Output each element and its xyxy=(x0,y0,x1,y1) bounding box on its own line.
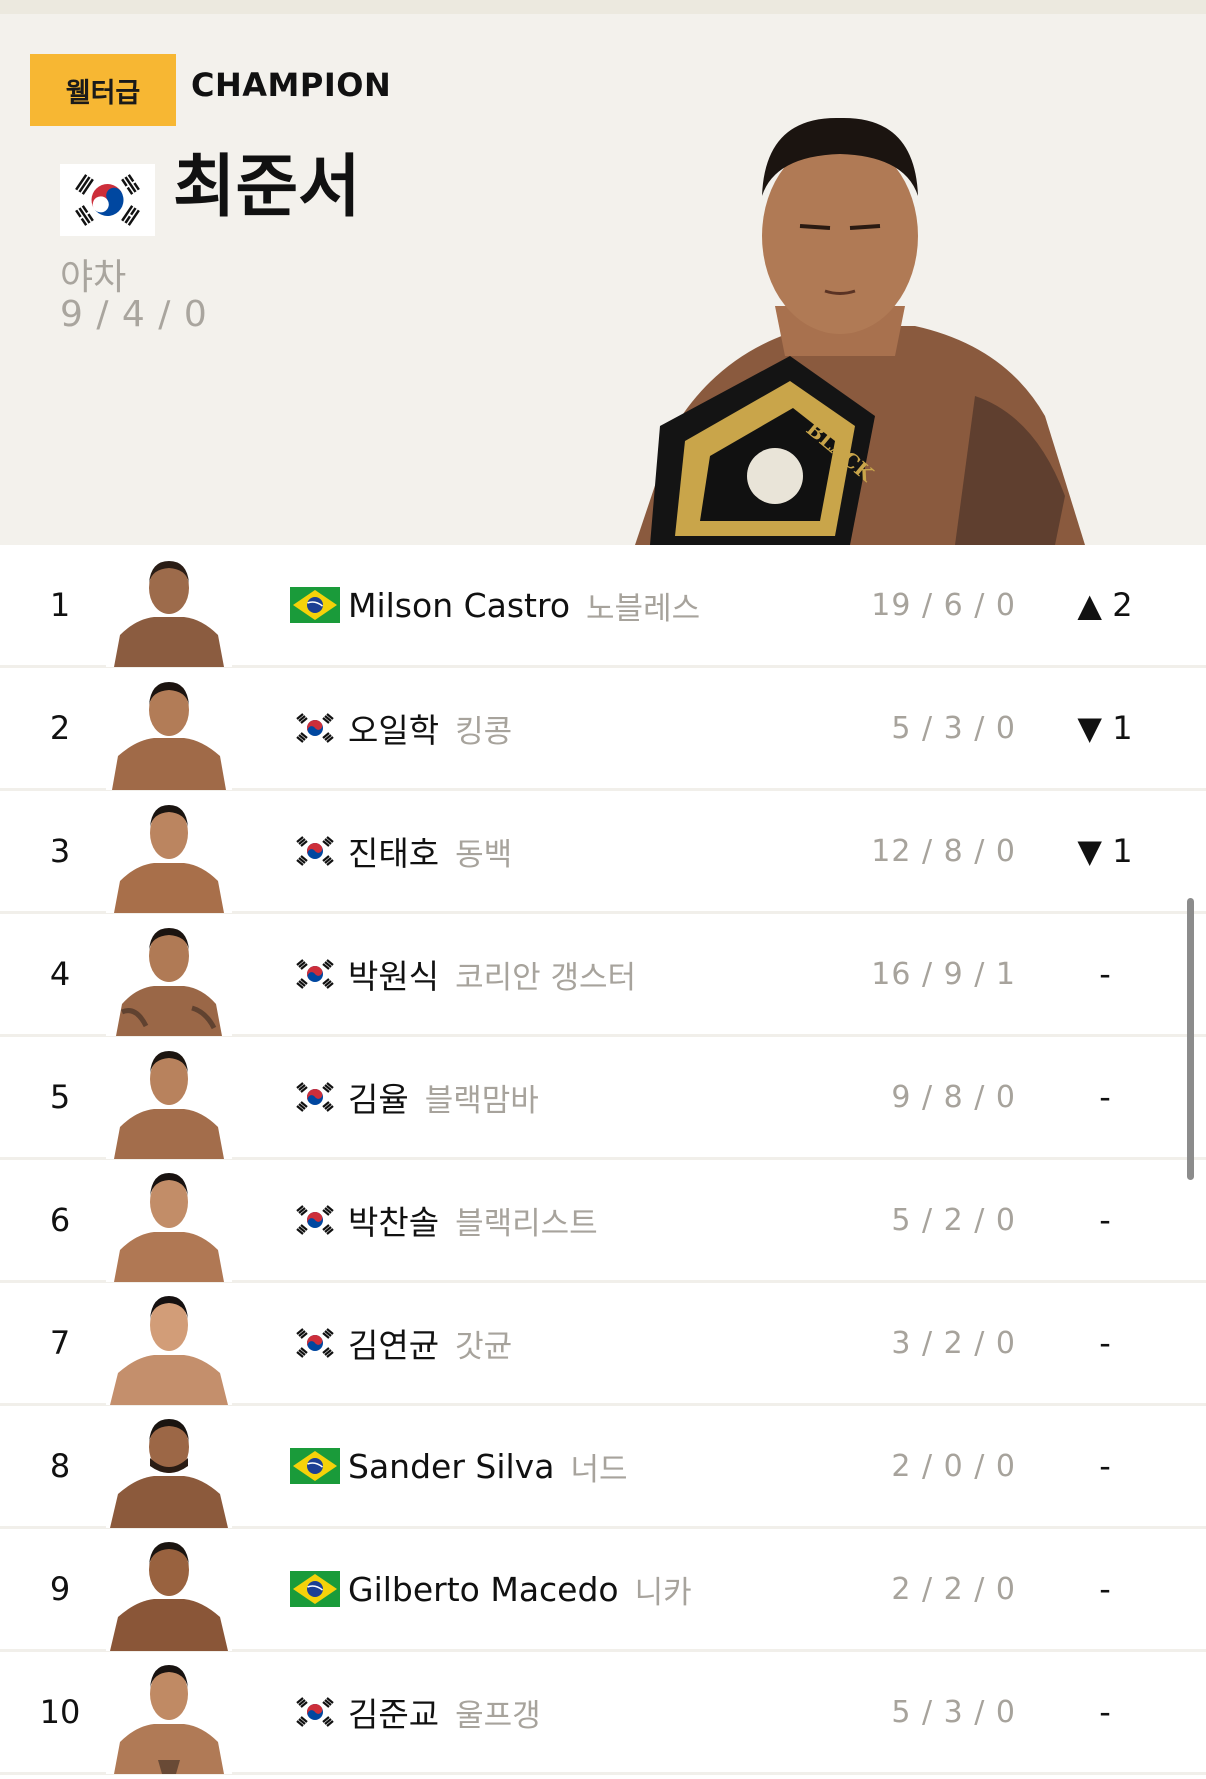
rank-movement: - xyxy=(1099,1078,1111,1116)
rank-movement: ▼ 1 xyxy=(1077,709,1133,747)
ranking-row[interactable]: 9 Gilberto Macedo 니카 2 / 2 / 0 - xyxy=(0,1529,1206,1652)
fighter-portrait xyxy=(106,1414,232,1528)
brazil-flag-icon xyxy=(290,1448,340,1484)
rank-number: 2 xyxy=(49,709,71,747)
fighter-portrait xyxy=(106,1045,232,1159)
fighter-name[interactable]: 박찬솔 xyxy=(348,1196,439,1244)
champion-name: 최준서 xyxy=(173,148,361,227)
rank-number: 5 xyxy=(49,1078,71,1116)
fighter-name[interactable]: 진태호 xyxy=(348,827,439,875)
champion-nickname: 야차 xyxy=(60,257,127,298)
fighter-record: 5 / 2 / 0 xyxy=(891,1202,1016,1238)
fighter-record: 19 / 6 / 0 xyxy=(871,587,1016,623)
korea-flag-icon xyxy=(290,710,340,746)
korea-flag-icon xyxy=(60,164,155,236)
fighter-portrait xyxy=(106,676,232,790)
rank-movement: - xyxy=(1099,1447,1111,1485)
top-strip xyxy=(0,0,1206,14)
fighter-portrait xyxy=(106,1168,232,1282)
fighter-name[interactable]: Milson Castro xyxy=(348,586,570,625)
fighter-name[interactable]: 김준교 xyxy=(348,1688,439,1736)
fighter-nickname: 킹콩 xyxy=(455,713,513,750)
rank-number: 1 xyxy=(49,586,71,624)
rankings-list: 1 Milson Castro 노블레스 19 / 6 / 0 ▲ 2 2 오일학… xyxy=(0,545,1206,1775)
korea-flag-icon xyxy=(290,1694,340,1730)
rank-number: 3 xyxy=(49,832,71,870)
fighter-nickname: 니카 xyxy=(634,1574,692,1611)
fighter-portrait xyxy=(106,799,232,913)
fighter-name[interactable]: Gilberto Macedo xyxy=(348,1570,619,1609)
rank-number: 9 xyxy=(49,1570,71,1608)
fighter-record: 2 / 2 / 0 xyxy=(891,1571,1016,1607)
rank-number: 7 xyxy=(49,1324,71,1362)
korea-flag-icon xyxy=(290,1202,340,1238)
korea-flag-icon xyxy=(290,833,340,869)
fighter-record: 9 / 8 / 0 xyxy=(891,1079,1016,1115)
rank-movement: - xyxy=(1099,1693,1111,1731)
division-badge: 웰터급 xyxy=(30,54,176,126)
brazil-flag-icon xyxy=(290,1571,340,1607)
ranking-row[interactable]: 3 진태호 동백 12 / 8 / 0 ▼ 1 xyxy=(0,791,1206,914)
rank-number: 8 xyxy=(49,1447,71,1485)
fighter-nickname: 너드 xyxy=(570,1451,628,1488)
rank-number: 10 xyxy=(39,1693,81,1731)
fighter-record: 3 / 2 / 0 xyxy=(891,1325,1016,1361)
champion-photo: BLACK xyxy=(635,117,1085,545)
fighter-nickname: 노블레스 xyxy=(586,590,701,627)
fighter-portrait xyxy=(106,922,232,1036)
fighter-name[interactable]: 오일학 xyxy=(348,704,439,752)
korea-flag-icon xyxy=(290,1079,340,1115)
champion-banner[interactable]: 웰터급 CHAMPION 최준서 야차 9 / 4 / 0 BLACK xyxy=(0,14,1206,545)
fighter-name[interactable]: 김연균 xyxy=(348,1319,439,1367)
ranking-row[interactable]: 10 김준교 울프갱 5 / 3 / 0 - xyxy=(0,1652,1206,1775)
fighter-nickname: 코리안 갱스터 xyxy=(455,959,637,996)
fighter-record: 16 / 9 / 1 xyxy=(871,956,1016,992)
ranking-row[interactable]: 7 김연균 갓균 3 / 2 / 0 - xyxy=(0,1283,1206,1406)
ranking-row[interactable]: 4 박원식 코리안 갱스터 16 / 9 / 1 - xyxy=(0,914,1206,1037)
rank-movement: ▼ 1 xyxy=(1077,832,1133,870)
fighter-name[interactable]: 김율 xyxy=(348,1073,409,1121)
fighter-nickname: 울프갱 xyxy=(455,1697,541,1734)
fighter-nickname: 갓균 xyxy=(455,1328,513,1365)
fighter-nickname: 블랙리스트 xyxy=(455,1205,598,1242)
fighter-record: 2 / 0 / 0 xyxy=(891,1448,1016,1484)
fighter-portrait xyxy=(106,1291,232,1405)
scrollbar-thumb[interactable] xyxy=(1187,898,1194,1180)
fighter-nickname: 동백 xyxy=(455,836,513,873)
champion-record: 9 / 4 / 0 xyxy=(60,294,208,335)
fighter-portrait xyxy=(106,1660,232,1774)
rank-movement: - xyxy=(1099,1324,1111,1362)
ranking-row[interactable]: 2 오일학 킹콩 5 / 3 / 0 ▼ 1 xyxy=(0,668,1206,791)
fighter-portrait xyxy=(106,553,232,667)
champion-label: CHAMPION xyxy=(191,66,392,104)
rank-movement: - xyxy=(1099,955,1111,993)
fighter-record: 5 / 3 / 0 xyxy=(891,1694,1016,1730)
fighter-nickname: 블랙맘바 xyxy=(424,1082,539,1119)
rank-number: 6 xyxy=(49,1201,71,1239)
ranking-row[interactable]: 5 김율 블랙맘바 9 / 8 / 0 - xyxy=(0,1037,1206,1160)
korea-flag-icon xyxy=(290,956,340,992)
fighter-portrait xyxy=(106,1537,232,1651)
ranking-row[interactable]: 1 Milson Castro 노블레스 19 / 6 / 0 ▲ 2 xyxy=(0,545,1206,668)
rank-movement: - xyxy=(1099,1570,1111,1608)
fighter-record: 12 / 8 / 0 xyxy=(871,833,1016,869)
korea-flag-icon xyxy=(290,1325,340,1361)
fighter-record: 5 / 3 / 0 xyxy=(891,710,1016,746)
fighter-name[interactable]: Sander Silva xyxy=(348,1447,554,1486)
rank-movement: - xyxy=(1099,1201,1111,1239)
rank-number: 4 xyxy=(49,955,71,993)
brazil-flag-icon xyxy=(290,587,340,623)
ranking-row[interactable]: 6 박찬솔 블랙리스트 5 / 2 / 0 - xyxy=(0,1160,1206,1283)
fighter-name[interactable]: 박원식 xyxy=(348,950,439,998)
rank-movement: ▲ 2 xyxy=(1077,586,1133,624)
ranking-row[interactable]: 8 Sander Silva 너드 2 / 0 / 0 - xyxy=(0,1406,1206,1529)
